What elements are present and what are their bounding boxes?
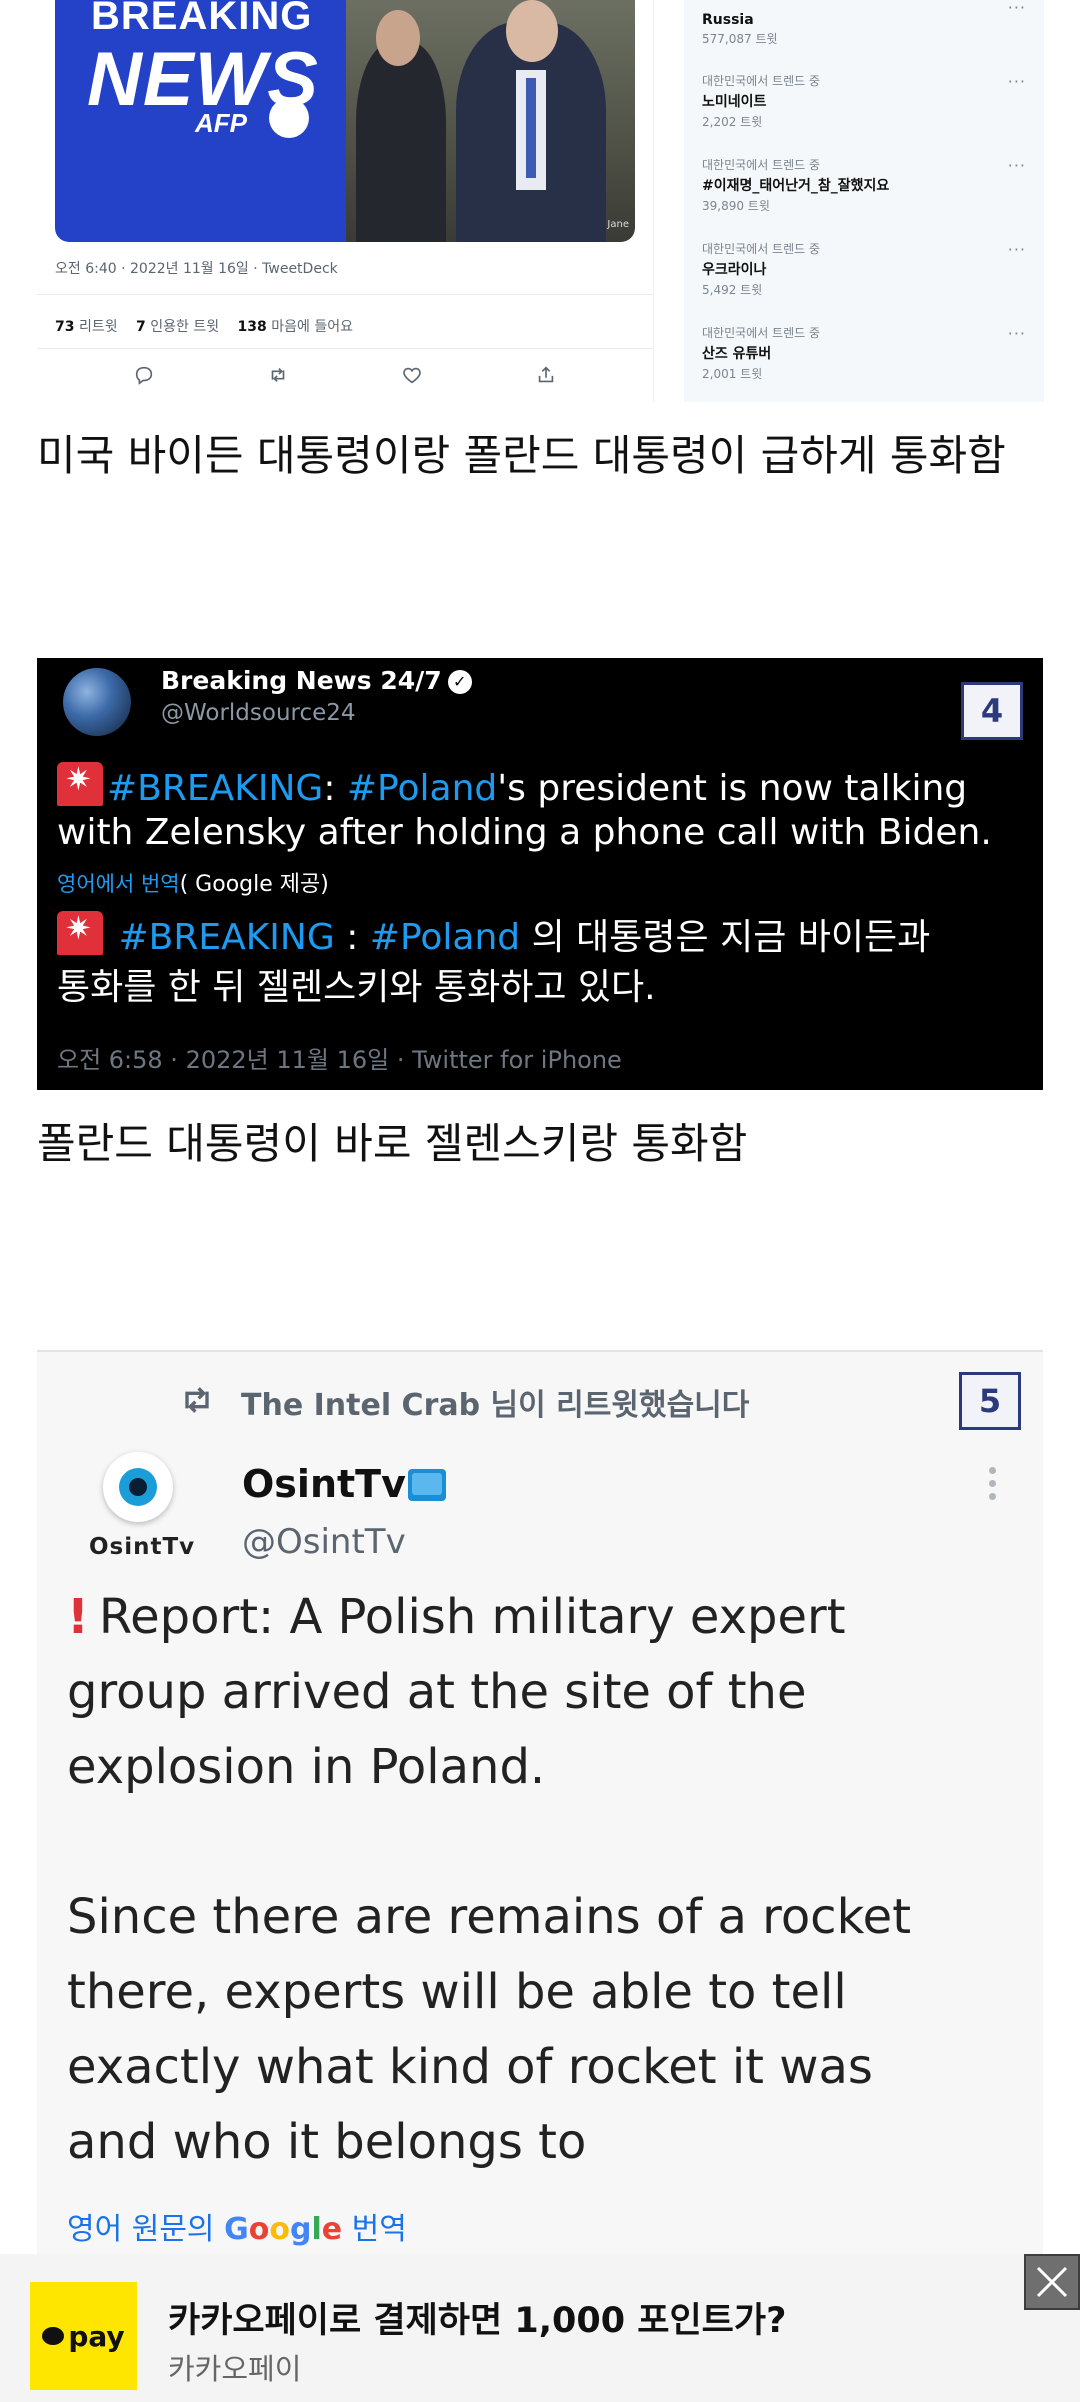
trend-context: 대한민국에서 트렌드 중 [702,158,821,172]
retweet-stat[interactable]: 73 리트윗 [55,319,118,335]
trend-count: 39,890 트윗 [702,199,770,213]
tweet-screenshot-1: BREAKING NEWS AFP Jane 오전 6:40 · 2022년 1… [37,0,654,402]
tie [526,78,536,178]
more-icon[interactable]: ··· [1008,324,1026,343]
trend-count: 2,001 트윗 [702,367,763,381]
chat-bubble-icon [42,2327,65,2345]
close-icon [1036,2266,1068,2298]
like-stat[interactable]: 138 마음에 들어요 [238,319,353,335]
verified-icon: ✓ [447,670,472,694]
divider [37,294,653,295]
trend-name: 노미네이트 [702,94,767,110]
tweet-screenshot-2: Breaking News 24/7✓ @Worldsource24 4 #BR… [37,658,1043,1090]
retweet-icon[interactable] [267,364,289,386]
ad-advertiser: 카카오페이 [168,2352,302,2386]
trend-item[interactable]: 대한민국에서 트렌드 중 우크라이나 5,492 트윗 ··· [702,240,1026,298]
tweet-line: ! Report: A Polish military expert [67,1589,846,1645]
post-caption-2: 폴란드 대통령이 바로 젤렌스키랑 통화함 [37,1119,748,1168]
afp-dot [269,98,309,138]
tweet-stats: 73 리트윗 7 인용한 트윗 138 마음에 들어요 [55,316,367,336]
tweet-handle: @OsintTv [242,1522,406,1562]
tweet-author[interactable]: OsintTv [242,1462,446,1506]
trend-context: 대한민국에서 트렌드 중 [702,74,821,88]
photo-credit: Jane [607,219,629,230]
ad-title: 카카오페이로 결제하면 1,000 포인트가? [168,2301,787,2341]
trend-name: Russia [702,12,754,28]
divider [37,348,653,349]
retweet-icon [185,1387,209,1413]
osinttv-avatar[interactable] [103,1452,173,1522]
more-icon[interactable]: ··· [1008,72,1026,91]
more-options-icon[interactable] [989,1467,997,1506]
trend-item[interactable]: 대한민국에서 트렌드 중 노미네이트 2,202 트윗 ··· [702,72,1026,130]
trend-count: 2,202 트윗 [702,115,763,129]
share-icon[interactable] [535,364,557,386]
siren-icon [57,760,103,806]
tweet-text-ko-1: #BREAKING : #Poland 의 대통령은 지금 바이든과 [57,908,930,960]
leaders-photo: Jane [346,0,635,242]
avatar-label: OsintTv [89,1534,196,1560]
image-number-badge: 5 [959,1372,1021,1430]
translation-note: 영어에서 번역( Google 제공) [57,872,329,897]
eye-pupil [129,1478,147,1496]
tweet-author: Breaking News 24/7 ✓ [161,666,472,695]
image-number-badge: 4 [961,682,1023,740]
kakaopay-ad-banner[interactable]: pay 카카오페이로 결제하면 1,000 포인트가? 카카오페이 [0,2254,1080,2402]
person-head [376,10,420,66]
breaking-text: BREAKING [91,0,313,38]
trend-name: 산즈 유튜버 [702,346,772,362]
person-figure [356,42,446,242]
tweet-line: group arrived at the site of the [67,1664,807,1720]
translate-link[interactable]: 영어에서 번역 [57,872,180,896]
tweet-line: explosion in Poland. [67,1739,546,1795]
tweet-line: exactly what kind of rocket it was [67,2039,873,2095]
tweet-body: ! Report: A Polish military expert group … [67,1580,1017,2180]
breaking-news-image: BREAKING NEWS AFP Jane [55,0,635,242]
afp-text: AFP [195,108,247,138]
like-icon[interactable] [401,364,423,386]
tweet-actions [37,364,653,392]
tweet-line: and who it belongs to [67,2114,587,2170]
tv-icon [407,1469,446,1501]
trend-context: 대한민국에서 트렌드 중 [702,326,821,340]
trends-panel: Russia 577,087 트윗 ··· 대한민국에서 트렌드 중 노미네이트… [684,0,1044,402]
more-icon[interactable]: ··· [1008,156,1026,175]
trend-item[interactable]: Russia 577,087 트윗 ··· [702,0,1026,47]
tweet-timestamp: 오전 6:40 · 2022년 11월 16일 · TweetDeck [55,261,338,277]
kakaopay-logo: pay [30,2282,137,2390]
person-head [506,0,558,62]
trend-count: 5,492 트윗 [702,283,763,297]
more-icon[interactable]: ··· [1008,0,1026,17]
tweet-line: Since there are remains of a rocket [67,1889,912,1945]
tweet-timestamp: 오전 6:58 · 2022년 11월 16일 · Twitter for iP… [57,1046,622,1074]
retweeted-by: The Intel Crab 님이 리트윗했습니다 [241,1388,750,1423]
globe-avatar [63,668,131,736]
ad-close-button[interactable] [1024,2254,1080,2310]
tweet-text-en-2: with Zelensky after holding a phone call… [57,812,992,853]
post-caption-1: 미국 바이든 대통령이랑 폴란드 대통령이 급하게 통화함 [37,431,1006,480]
tweet-screenshot-3: The Intel Crab 님이 리트윗했습니다 5 OsintTv Osin… [37,1350,1043,2255]
trend-item[interactable]: 대한민국에서 트렌드 중 #이재명_태어난거_참_잘했지요 39,890 트윗 … [702,156,1026,214]
breaking-news-graphic: BREAKING NEWS AFP [55,0,346,242]
trend-item[interactable]: 대한민국에서 트렌드 중 산즈 유튜버 2,001 트윗 ··· [702,324,1026,382]
tweet-handle: @Worldsource24 [161,700,356,726]
google-logo: Google [224,2212,343,2247]
quote-stat[interactable]: 7 인용한 트윗 [136,319,219,335]
trend-context: 대한민국에서 트렌드 중 [702,242,821,256]
tweet-text-en-1: #BREAKING: #Poland's president is now ta… [57,760,967,809]
google-translate-link[interactable]: 영어 원문의 Google 번역 [67,2204,407,2248]
reply-icon[interactable] [133,364,155,386]
trend-name: 우크라이나 [702,262,767,278]
trend-count: 577,087 트윗 [702,32,778,46]
trend-name: #이재명_태어난거_참_잘했지요 [702,178,890,194]
tweet-text-ko-2: 통화를 한 뒤 젤렌스키와 통화하고 있다. [57,967,656,1008]
tweet-line: there, experts will be able to tell [67,1964,847,2020]
siren-icon [57,909,103,955]
exclamation-icon: ! [67,1589,89,1645]
more-icon[interactable]: ··· [1008,240,1026,259]
